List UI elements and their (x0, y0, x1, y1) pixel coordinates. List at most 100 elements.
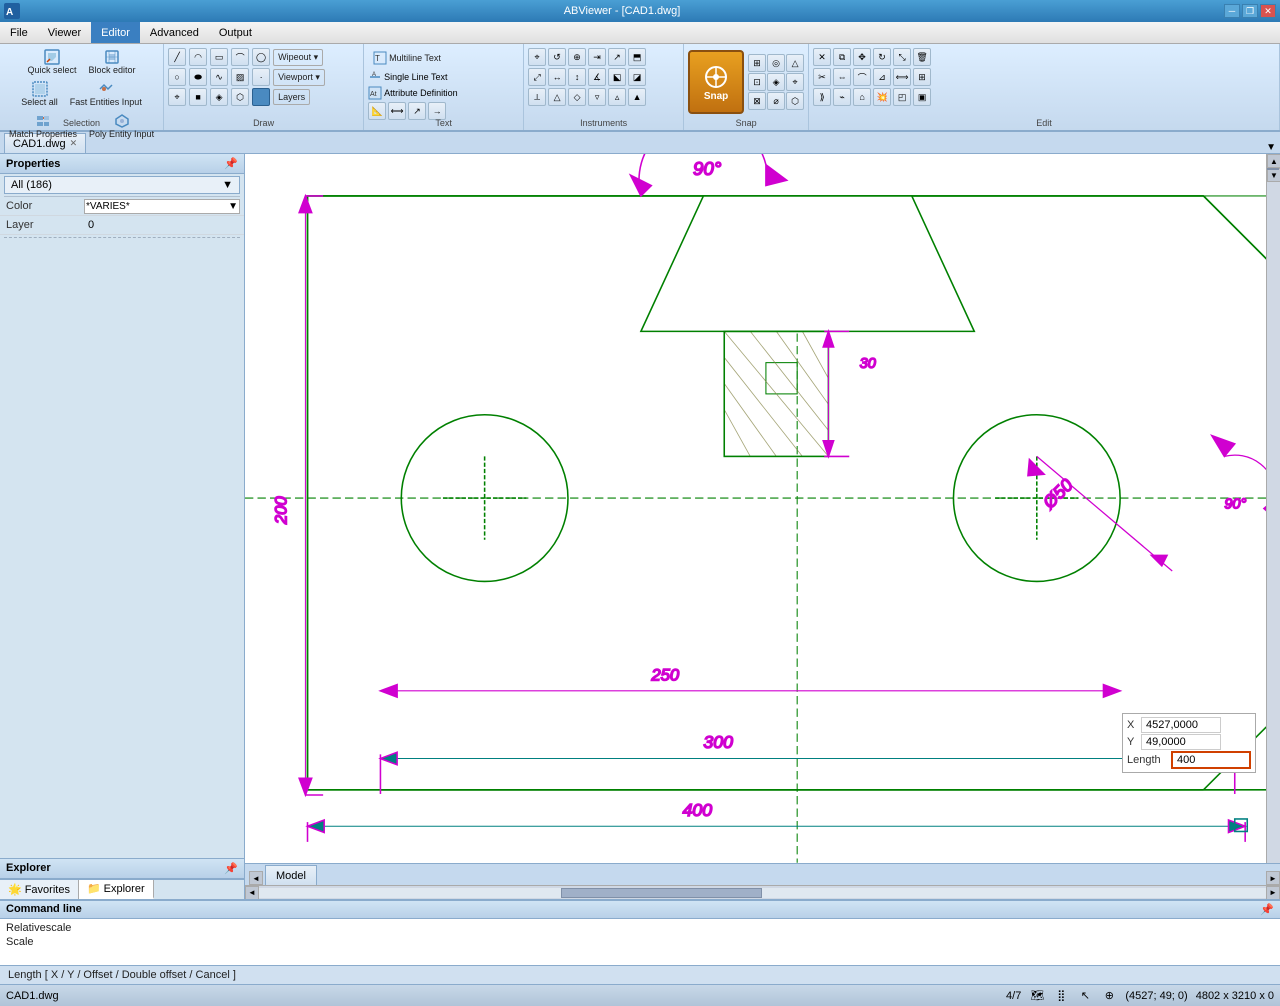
edit-group-button[interactable]: ▣ (913, 88, 931, 106)
snap-tool-4[interactable]: ⊡ (748, 73, 766, 91)
restore-button[interactable]: ❐ (1242, 4, 1258, 18)
menu-advanced[interactable]: Advanced (140, 22, 209, 43)
fast-entities-button[interactable]: Fast Entities Input (65, 78, 147, 110)
draw-circle2-button[interactable]: ○ (168, 68, 186, 86)
snap-tool-8[interactable]: ⌀ (767, 92, 785, 110)
instrument-k[interactable]: ⬕ (608, 68, 626, 86)
instrument-a[interactable]: ⌖ (528, 48, 546, 66)
edit-move-button[interactable]: ✥ (853, 48, 871, 66)
viewport-button[interactable]: Viewport ▾ (273, 69, 325, 86)
edit-tool-x[interactable]: ✕ (813, 48, 831, 66)
horizontal-scrollbar[interactable]: ◄ ► (245, 885, 1280, 899)
tab-scroll-right[interactable]: ► (1266, 871, 1280, 885)
draw-ellipse-button[interactable]: ⬬ (189, 68, 207, 86)
instrument-i[interactable]: ↕ (568, 68, 586, 86)
draw-arc-button[interactable]: ◠ (189, 48, 207, 66)
cmd-pin-icon[interactable]: 📌 (1260, 903, 1274, 916)
multiline-text-button[interactable]: T 90° Multiline Text (368, 48, 446, 68)
edit-mirror-button[interactable]: ⟺ (893, 68, 911, 86)
edit-chamfer-button[interactable]: ⊿ (873, 68, 891, 86)
snap-tool-3[interactable]: △ (786, 54, 804, 72)
edit-scale-button[interactable]: ⤡ (893, 48, 911, 66)
edit-delete-button[interactable]: 🗑 (913, 48, 931, 66)
menu-file[interactable]: File (0, 22, 38, 43)
draw-point-button[interactable]: · (252, 68, 270, 86)
draw-polyline-button[interactable]: ⌒ (231, 48, 249, 66)
explorer-pin-icon[interactable]: 📌 (224, 862, 238, 875)
edit-fillet-button[interactable]: ⌒ (853, 68, 871, 86)
menu-editor[interactable]: Editor (91, 22, 140, 43)
canvas-area[interactable]: 90° 30 (245, 154, 1266, 863)
snap-tool-2[interactable]: ◎ (767, 54, 785, 72)
instrument-d[interactable]: ⇥ (588, 48, 606, 66)
snap-tool-6[interactable]: ⌖ (786, 73, 804, 91)
instrument-f[interactable]: ⬒ (628, 48, 646, 66)
instrument-n[interactable]: △ (548, 88, 566, 106)
instrument-l[interactable]: ◪ (628, 68, 646, 86)
scroll-down-button[interactable]: ▼ (1267, 168, 1280, 182)
vertical-scrollbar[interactable]: ▲ ▼ (1266, 154, 1280, 863)
draw-hatch-button[interactable]: ▨ (231, 68, 249, 86)
draw-tool-c[interactable]: ◈ (210, 88, 228, 106)
instrument-e[interactable]: ↗ (608, 48, 626, 66)
block-editor-button[interactable]: Block editor (84, 46, 141, 78)
model-tab[interactable]: Model (265, 865, 317, 885)
draw-tool-a[interactable]: ⌖ (168, 88, 186, 106)
snap-tool-9[interactable]: ⬡ (786, 92, 804, 110)
instrument-q[interactable]: ▵ (608, 88, 626, 106)
properties-filter[interactable]: All (186) ▼ (4, 176, 240, 194)
scroll-right-button[interactable]: ► (1266, 886, 1280, 900)
pin-icon[interactable]: 📌 (224, 157, 238, 170)
snap-button[interactable]: Snap (688, 50, 744, 114)
scroll-thumb[interactable] (561, 888, 762, 898)
edit-rotate-button[interactable]: ↻ (873, 48, 891, 66)
close-button[interactable]: ✕ (1260, 4, 1276, 18)
draw-circle-button[interactable]: ◯ (252, 48, 270, 66)
edit-break-button[interactable]: ⌁ (833, 88, 851, 106)
minimize-button[interactable]: ─ (1224, 4, 1240, 18)
grid-icon[interactable]: ⣿ (1053, 988, 1069, 1004)
color-select[interactable]: *VARIES* ▼ (84, 199, 240, 214)
snap-tool-1[interactable]: ⊞ (748, 54, 766, 72)
edit-offset-button[interactable]: ⟫ (813, 88, 831, 106)
snap-tool-5[interactable]: ◈ (767, 73, 785, 91)
instrument-g[interactable]: ⤢ (528, 68, 546, 86)
edit-extend-button[interactable]: ⇔ (833, 68, 851, 86)
tab-explorer[interactable]: 📁 Explorer (79, 880, 154, 899)
draw-tool-b[interactable]: ■ (189, 88, 207, 106)
edit-prop-button[interactable]: ◰ (893, 88, 911, 106)
instrument-h[interactable]: ↔ (548, 68, 566, 86)
draw-spline-button[interactable]: ∿ (210, 68, 228, 86)
tab-scroll-left[interactable]: ◄ (249, 871, 263, 885)
instrument-j[interactable]: ∡ (588, 68, 606, 86)
snap-status-icon[interactable]: ⊕ (1101, 988, 1117, 1004)
draw-tool-d[interactable]: ⬡ (231, 88, 249, 106)
select-all-button[interactable]: Select all (16, 78, 63, 110)
tab-favorites[interactable]: 🌟 Favorites (0, 880, 79, 899)
cursor-icon[interactable]: ↖ (1077, 988, 1093, 1004)
instrument-m[interactable]: ⟂ (528, 88, 546, 106)
layers-button[interactable]: Layers (273, 89, 310, 105)
tab-scroll-icon[interactable]: ▼ (1266, 142, 1276, 153)
quick-select-button[interactable]: Quick select (23, 46, 82, 78)
map-icon[interactable]: 🗺 (1029, 988, 1045, 1004)
edit-explode-button[interactable]: 💥 (873, 88, 891, 106)
draw-rect-button[interactable]: ▭ (210, 48, 228, 66)
edit-join-button[interactable]: ⌂ (853, 88, 871, 106)
edit-array-button[interactable]: ⊞ (913, 68, 931, 86)
instrument-b[interactable]: ↺ (548, 48, 566, 66)
instrument-o[interactable]: ◇ (568, 88, 586, 106)
length-input[interactable] (1171, 751, 1251, 769)
snap-tool-7[interactable]: ⊠ (748, 92, 766, 110)
scroll-thumb[interactable] (1267, 168, 1279, 170)
draw-line-button[interactable]: ╱ (168, 48, 186, 66)
scroll-up-button[interactable]: ▲ (1267, 154, 1280, 168)
wipeout-button[interactable]: Wipeout ▾ (273, 49, 323, 66)
edit-copy-button[interactable]: ⧉ (833, 48, 851, 66)
instrument-p[interactable]: ▿ (588, 88, 606, 106)
menu-viewer[interactable]: Viewer (38, 22, 91, 43)
edit-trim-button[interactable]: ✂ (813, 68, 831, 86)
instrument-r[interactable]: ▲ (628, 88, 646, 106)
menu-output[interactable]: Output (209, 22, 262, 43)
scroll-left-button[interactable]: ◄ (245, 886, 259, 900)
